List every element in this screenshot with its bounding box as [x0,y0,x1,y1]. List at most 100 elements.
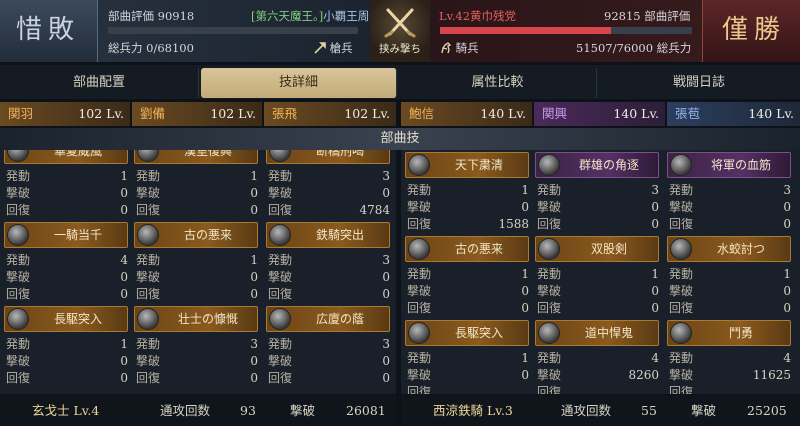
skill-header[interactable]: 長駆突入 [405,320,529,346]
stat-row-kill: 撃破 0 [535,283,659,299]
tab-bar: 部曲配置 技詳細 属性比較 戦闘日誌 [0,65,800,99]
left-player[interactable]: [第六天魔王。]小覇王周通 [251,8,381,24]
stat-value: 0 [120,287,128,301]
stat-row-activate: 発動 3 [266,252,390,268]
stat-value: 3 [651,183,659,197]
skill-header[interactable]: 長駆突入 [4,306,128,332]
stat-value: 0 [651,217,659,231]
skill-header[interactable]: 広廈の蔭 [266,306,390,332]
stat-value: 1 [250,169,258,183]
general-slot[interactable]: 劉備 102 Lv. [132,102,262,126]
stat-label: 発動 [669,267,694,281]
skill-name: 水蛟討つ [716,242,765,256]
general-level: 102 Lv. [344,106,390,121]
stat-row-kill: 撃破 0 [266,185,390,201]
skill-header[interactable]: 華夏威風 [4,150,128,164]
stat-value: 0 [120,186,128,200]
right-troops-value: 51507/76000 [576,41,654,55]
stat-label: 発動 [407,267,432,281]
skill-card[interactable]: 長駆突入 発動 1 撃破 0 回復 [405,320,529,394]
skill-name: 鉄騎突出 [315,228,364,242]
tab-attribute-compare[interactable]: 属性比較 [399,68,597,98]
stat-value: 4 [651,351,659,365]
general-level: 140 Lv. [748,106,794,121]
stat-row-heal: 回復 1588 [405,216,529,232]
skill-header[interactable]: 壮士の慷慨 [134,306,258,332]
right-troops-bar-fill [440,27,611,34]
stat-label: 発動 [669,183,694,197]
skill-card[interactable]: 一騎当千 発動 4 撃破 0 回復 0 [4,222,128,306]
skill-name: 双股剣 [590,242,627,256]
skill-card[interactable]: 壮士の慷慨 発動 3 撃破 0 回復 0 [134,306,258,390]
stat-label: 回復 [669,217,694,231]
skill-card[interactable]: 天下粛清 発動 1 撃破 0 回復 1588 [405,152,529,236]
general-level: 102 Lv. [210,106,256,121]
left-skills-panel[interactable]: 華夏威風 発動 1 撃破 0 回復 0 漢室復興 発動 1 撃破 0 回復 0 断橋刑喝 発動 3 撃破 0 回復 47… [0,150,396,394]
right-skills-panel[interactable]: 天下粛清 発動 1 撃破 0 回復 1588 群雄の角逐 発動 3 撃破 0 回復 0 将軍の血筋 発動 3 撃破… [401,150,800,394]
skill-header[interactable]: 水蛟討つ [667,236,791,262]
stat-row-kill: 撃破 0 [667,199,791,215]
skill-header[interactable]: 鬥勇 [667,320,791,346]
general-slot[interactable]: 関興 140 Lv. [534,102,665,126]
stat-value: 0 [382,270,390,284]
stat-row-activate: 発動 3 [266,168,390,184]
skill-card[interactable]: 道中悍鬼 発動 4 撃破 8260 回復 [535,320,659,394]
stat-value: 4 [783,351,791,365]
skill-card[interactable]: 華夏威風 発動 1 撃破 0 回復 0 [4,150,128,222]
left-troops: 総兵力 0/68100 [108,40,194,56]
stat-label: 回復 [669,301,694,315]
general-name: 鮑信 [409,106,435,121]
skill-card[interactable]: 鉄騎突出 発動 3 撃破 0 回復 0 [266,222,390,306]
skill-name: 広廈の蔭 [315,312,364,326]
skill-name: 長駆突入 [53,312,102,326]
stat-label: 発動 [6,169,31,183]
stat-label: 回復 [537,301,562,315]
general-slot[interactable]: 関羽 102 Lv. [0,102,130,126]
stat-value: 3 [783,183,791,197]
stat-row-heal: 回復 0 [134,370,258,386]
stat-label: 回復 [136,287,161,301]
skill-header[interactable]: 古の悪来 [134,222,258,248]
skill-card[interactable]: 古の悪来 発動 1 撃破 0 回復 0 [134,222,258,306]
stat-value: 0 [651,200,659,214]
skill-header[interactable]: 一騎当千 [4,222,128,248]
skill-card[interactable]: 漢室復興 発動 1 撃破 0 回復 0 [134,150,258,222]
stat-value: 0 [382,371,390,385]
stat-label: 発動 [136,169,161,183]
general-slot[interactable]: 張苞 140 Lv. [667,102,800,126]
left-attacks-label: 通攻回数 [160,403,211,418]
skill-card[interactable]: 古の悪来 発動 1 撃破 0 回復 0 [405,236,529,320]
stat-value: 0 [783,217,791,231]
skill-header[interactable]: 将軍の血筋 [667,152,791,178]
stat-row-activate: 発動 1 [405,182,529,198]
tab-skill-details[interactable]: 技詳細 [201,68,397,98]
general-level: 140 Lv. [480,106,526,121]
general-slot[interactable]: 鮑信 140 Lv. [401,102,532,126]
general-name: 張苞 [675,106,701,121]
skill-card[interactable]: 水蛟討つ 発動 1 撃破 0 回復 0 [667,236,791,320]
stat-row-heal: 回復 [667,384,791,394]
tab-battle-log[interactable]: 戦闘日誌 [598,68,800,98]
skill-card[interactable]: 双股剣 発動 1 撃破 0 回復 0 [535,236,659,320]
skill-header[interactable]: 鉄騎突出 [266,222,390,248]
skill-header[interactable]: 漢室復興 [134,150,258,164]
stat-value: 3 [382,169,390,183]
stat-label: 回復 [136,371,161,385]
skill-card[interactable]: 鬥勇 発動 4 撃破 11625 回復 [667,320,791,394]
skill-header[interactable]: 断橋刑喝 [266,150,390,164]
skill-header[interactable]: 群雄の角逐 [535,152,659,178]
skill-card[interactable]: 群雄の角逐 発動 3 撃破 0 回復 0 [535,152,659,236]
skill-header[interactable]: 古の悪来 [405,236,529,262]
stat-label: 回復 [6,203,31,217]
horse-icon [441,42,452,54]
skill-card[interactable]: 将軍の血筋発動 3 撃破 0 回復 0 [667,152,791,236]
skill-card[interactable]: 断橋刑喝 発動 3 撃破 0 回復 4784 [266,150,390,222]
stat-value: 1 [120,169,128,183]
skill-header[interactable]: 双股剣 [535,236,659,262]
skill-card[interactable]: 広廈の蔭 発動 3 撃破 0 回復 0 [266,306,390,390]
skill-header[interactable]: 道中悍鬼 [535,320,659,346]
skill-card[interactable]: 長駆突入 発動 1 撃破 0 回復 0 [4,306,128,390]
tab-troop-layout[interactable]: 部曲配置 [0,68,199,98]
general-slot[interactable]: 張飛 102 Lv. [264,102,396,126]
skill-header[interactable]: 天下粛清 [405,152,529,178]
